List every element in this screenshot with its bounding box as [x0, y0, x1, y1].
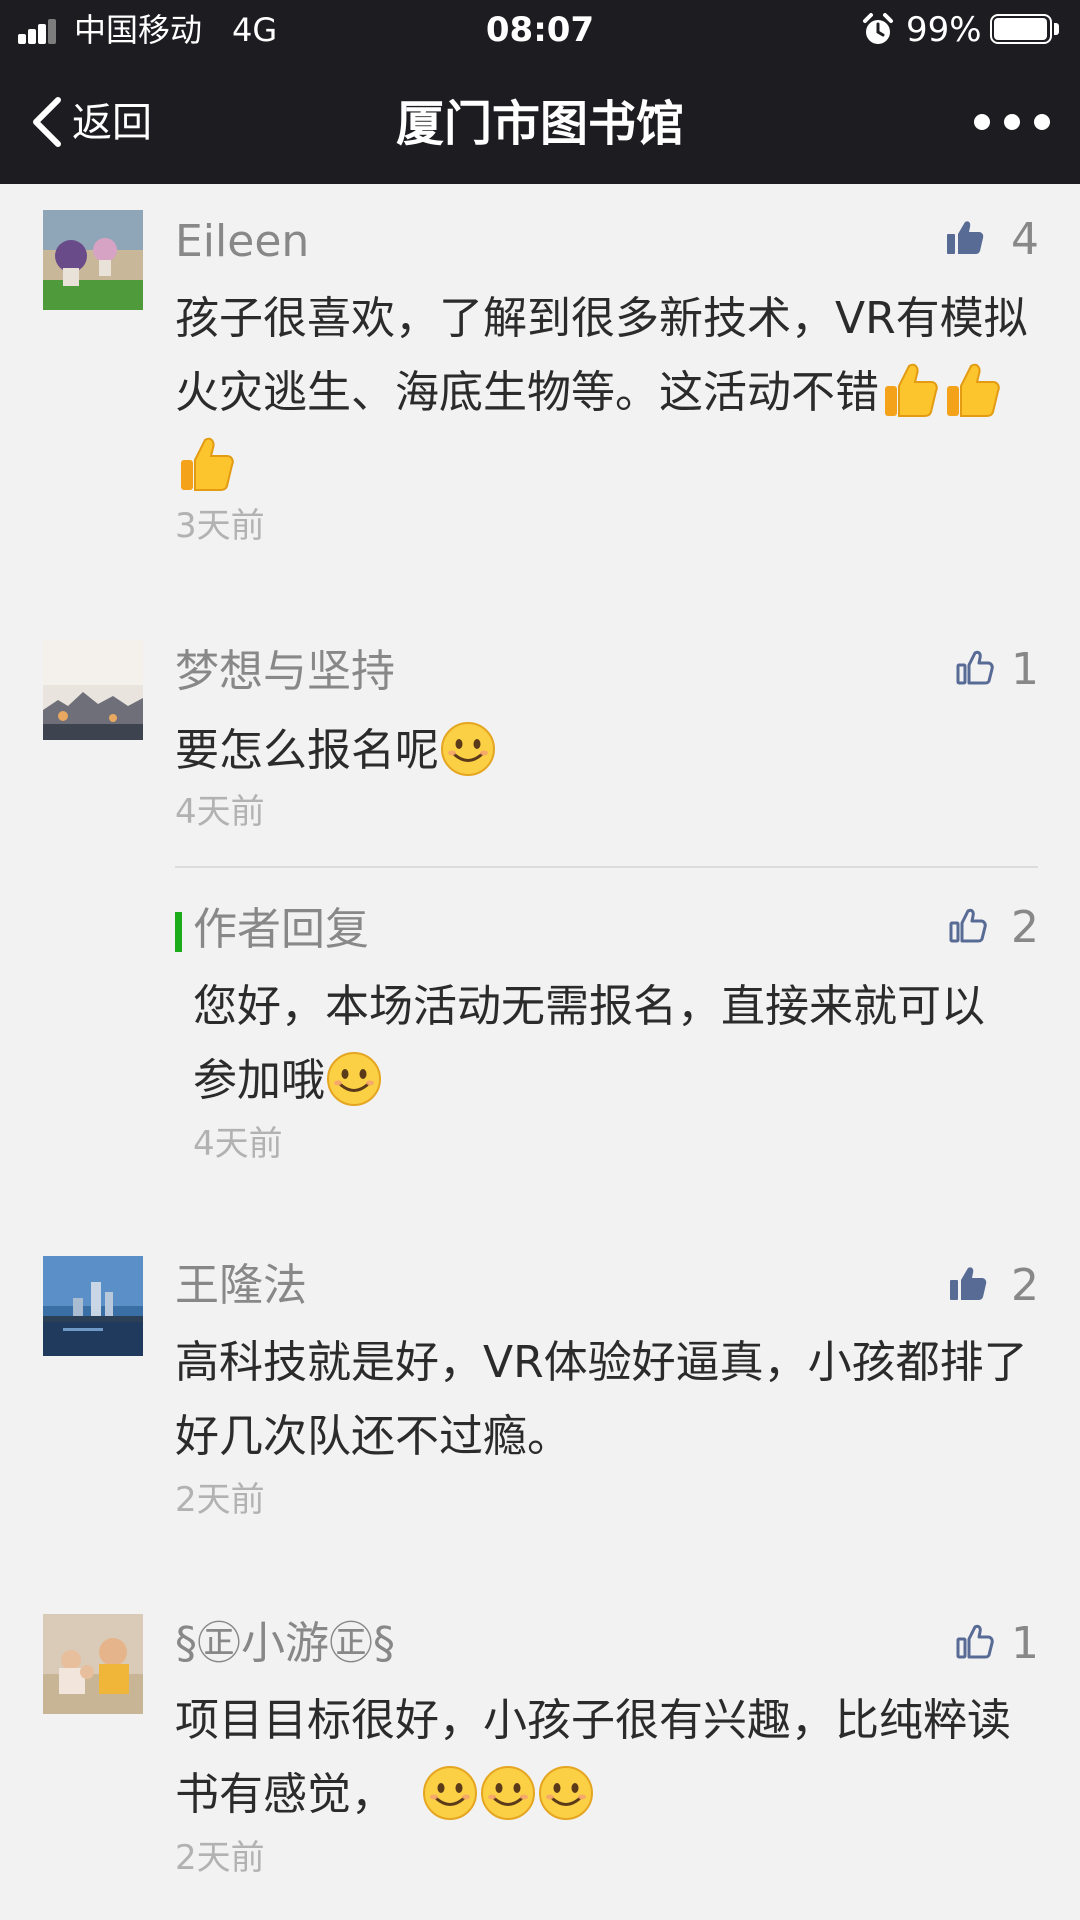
page-title: 厦门市图书馆	[395, 96, 684, 152]
like-count: 1	[1011, 1618, 1039, 1669]
comment-text-content: 要怎么报名呢	[175, 725, 439, 776]
more-dots-icon	[974, 114, 990, 130]
comments-screen: 中国移动 4G 08:07 99% 返回 厦门市图书馆 Eileen 4 孩子很…	[0, 0, 1080, 1920]
thumbs-up-outline-icon	[956, 1624, 994, 1659]
status-bar: 中国移动 4G 08:07 99%	[0, 0, 1080, 62]
comment-author: §㊣小游㊣§	[175, 1618, 395, 1669]
smile-emoji	[327, 1052, 381, 1106]
comment-text: 要怎么报名呢	[175, 714, 1035, 788]
comment-author: Eileen	[175, 216, 310, 267]
avatar[interactable]	[43, 1256, 143, 1356]
like-count: 2	[1011, 1260, 1039, 1311]
smile-emoji	[441, 722, 495, 776]
comment-time: 2天前	[175, 1480, 265, 1520]
like-count: 2	[1011, 902, 1039, 953]
thumbs-up-emoji	[885, 363, 938, 417]
reply-text-content: 您好，本场活动无需报名，直接来就可以参加哦	[193, 981, 985, 1106]
comment-text: 高科技就是好，VR体验好逼真，小孩都排了好几次队还不过瘾。	[175, 1337, 1028, 1462]
comment-text: 孩子很喜欢，了解到很多新技术，VR有模拟火灾逃生、海底生物等。这活动不错	[175, 282, 1035, 504]
like-button[interactable]: 2	[948, 900, 1039, 956]
comment-time: 2天前	[175, 1838, 265, 1878]
like-button[interactable]: 1	[955, 642, 1039, 698]
avatar[interactable]	[43, 210, 143, 310]
comment-author: 梦想与坚持	[175, 646, 395, 697]
thumbs-up-filled-icon	[947, 221, 984, 254]
thumbs-up-outline-icon	[956, 650, 994, 685]
reply-time: 4天前	[193, 1124, 283, 1164]
alarm-clock-icon	[863, 13, 893, 44]
comment-author: 王隆法	[175, 1260, 307, 1311]
comment-time: 3天前	[175, 506, 265, 546]
avatar[interactable]	[43, 1614, 143, 1714]
thumbs-up-emoji	[181, 437, 234, 491]
thumbs-up-filled-icon	[950, 1267, 987, 1300]
smile-emoji	[423, 1766, 477, 1820]
like-button[interactable]: 4	[945, 212, 1039, 268]
navigation-bar: 返回 厦门市图书馆	[0, 62, 1080, 184]
comment-time: 4天前	[175, 792, 265, 832]
more-button[interactable]	[968, 102, 1058, 142]
reply-label: 作者回复	[193, 904, 369, 955]
avatar[interactable]	[43, 640, 143, 740]
like-count: 4	[1011, 214, 1039, 265]
thumbs-up-emoji	[947, 363, 1000, 417]
battery-percentage: 99%	[906, 10, 982, 50]
battery-icon	[990, 14, 1064, 48]
reply-text: 您好，本场活动无需报名，直接来就可以参加哦	[193, 970, 1013, 1118]
smile-emoji	[539, 1766, 593, 1820]
smile-emoji	[481, 1766, 535, 1820]
like-button[interactable]: 2	[948, 1258, 1039, 1314]
reply-accent-bar	[175, 912, 182, 952]
like-button[interactable]: 1	[955, 1616, 1039, 1672]
like-count: 1	[1011, 644, 1039, 695]
thumbs-up-outline-icon	[949, 908, 987, 943]
comment-text: 项目目标很好，小孩子很有兴趣，比纯粹读书有感觉，	[175, 1684, 1035, 1832]
reply-divider	[175, 866, 1038, 868]
